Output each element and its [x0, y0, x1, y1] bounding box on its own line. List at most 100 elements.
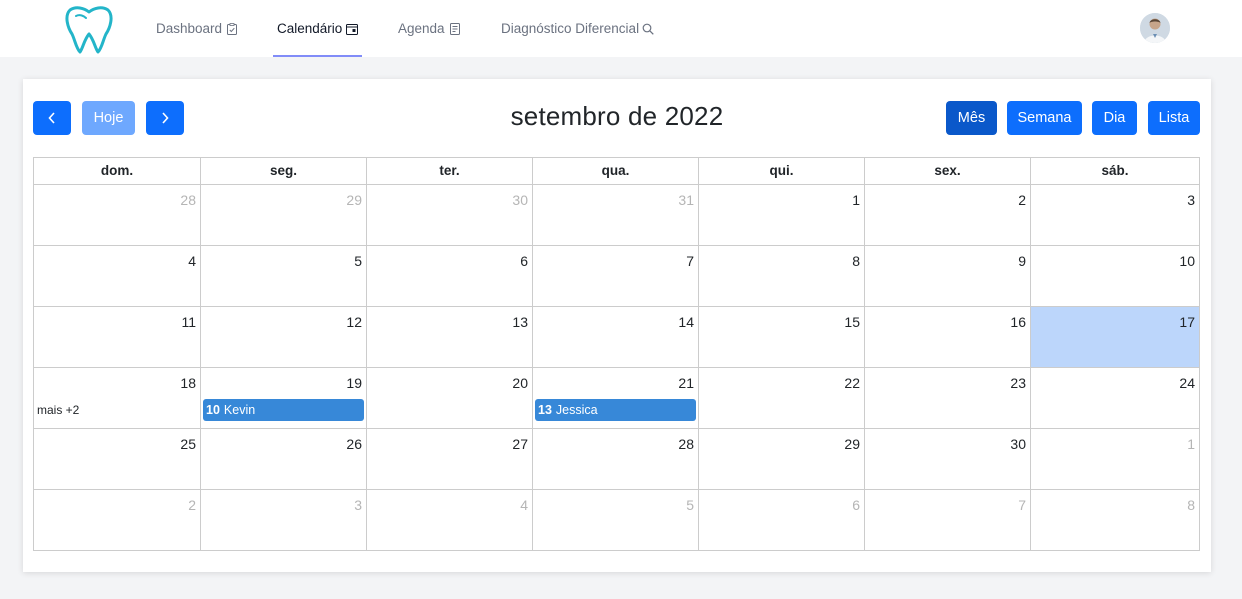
day-number[interactable]: 25 — [180, 436, 196, 452]
day-number[interactable]: 3 — [354, 497, 362, 513]
day-cell[interactable]: 3 — [1031, 185, 1199, 245]
day-number[interactable]: 27 — [512, 436, 528, 452]
day-cell[interactable]: 20 — [367, 368, 533, 428]
day-cell[interactable]: 10 — [1031, 246, 1199, 306]
week-row: 25 26 27 28 29 30 1 — [34, 429, 1199, 490]
day-cell[interactable]: 25 — [34, 429, 201, 489]
day-cell[interactable]: 12 — [201, 307, 367, 367]
day-cell[interactable]: 29 — [201, 185, 367, 245]
nav-dashboard[interactable]: Dashboard — [156, 0, 238, 57]
day-number[interactable]: 28 — [180, 192, 196, 208]
day-number[interactable]: 5 — [354, 253, 362, 269]
day-number[interactable]: 29 — [346, 192, 362, 208]
day-cell[interactable]: 2 — [34, 490, 201, 550]
day-number[interactable]: 16 — [1010, 314, 1026, 330]
day-cell[interactable]: 8 — [699, 246, 865, 306]
day-number[interactable]: 4 — [520, 497, 528, 513]
day-number[interactable]: 26 — [346, 436, 362, 452]
day-cell[interactable]: 27 — [367, 429, 533, 489]
day-cell[interactable]: 7 — [533, 246, 699, 306]
day-cell-today[interactable]: 17 — [1031, 307, 1199, 367]
day-cell[interactable]: 5 — [533, 490, 699, 550]
day-number[interactable]: 20 — [512, 375, 528, 391]
day-number[interactable]: 5 — [686, 497, 694, 513]
day-cell[interactable]: 1 — [1031, 429, 1199, 489]
day-number[interactable]: 6 — [520, 253, 528, 269]
day-number[interactable]: 30 — [1010, 436, 1026, 452]
day-number[interactable]: 2 — [1018, 192, 1026, 208]
view-list-button[interactable]: Lista — [1148, 101, 1200, 135]
day-number[interactable]: 17 — [1179, 314, 1195, 330]
day-number[interactable]: 1 — [1187, 436, 1195, 452]
day-number[interactable]: 14 — [678, 314, 694, 330]
day-number[interactable]: 8 — [1187, 497, 1195, 513]
day-cell[interactable]: 11 — [34, 307, 201, 367]
day-number[interactable]: 19 — [346, 375, 362, 391]
day-number[interactable]: 13 — [512, 314, 528, 330]
day-cell[interactable]: 5 — [201, 246, 367, 306]
day-cell[interactable]: 4 — [34, 246, 201, 306]
day-cell[interactable]: 30 — [367, 185, 533, 245]
view-month-button[interactable]: Mês — [946, 101, 997, 135]
weekday-header-cell: qua. — [533, 158, 699, 184]
day-number[interactable]: 1 — [852, 192, 860, 208]
day-cell[interactable]: 22 — [699, 368, 865, 428]
calendar-event[interactable]: 13 Jessica — [535, 399, 696, 421]
day-cell[interactable]: 2 — [865, 185, 1031, 245]
day-number[interactable]: 6 — [852, 497, 860, 513]
tooth-logo-icon[interactable] — [62, 4, 116, 54]
more-events-link[interactable]: mais +2 — [37, 403, 79, 417]
day-cell[interactable]: 3 — [201, 490, 367, 550]
day-cell[interactable]: 6 — [367, 246, 533, 306]
day-cell[interactable]: 18 mais +2 — [34, 368, 201, 428]
day-number[interactable]: 30 — [512, 192, 528, 208]
day-number[interactable]: 11 — [181, 314, 196, 330]
day-number[interactable]: 15 — [844, 314, 860, 330]
day-cell[interactable]: 26 — [201, 429, 367, 489]
day-number[interactable]: 24 — [1179, 375, 1195, 391]
day-number[interactable]: 9 — [1018, 253, 1026, 269]
day-cell[interactable]: 8 — [1031, 490, 1199, 550]
day-cell[interactable]: 31 — [533, 185, 699, 245]
calendar-event[interactable]: 10 Kevin — [203, 399, 364, 421]
day-number[interactable]: 31 — [678, 192, 694, 208]
view-day-button[interactable]: Dia — [1092, 101, 1137, 135]
day-number[interactable]: 7 — [1018, 497, 1026, 513]
day-cell[interactable]: 16 — [865, 307, 1031, 367]
day-number[interactable]: 18 — [180, 375, 196, 391]
day-cell[interactable]: 28 — [533, 429, 699, 489]
day-cell[interactable]: 14 — [533, 307, 699, 367]
calendar-icon — [346, 23, 359, 35]
day-cell[interactable]: 21 13 Jessica — [533, 368, 699, 428]
day-cell[interactable]: 23 — [865, 368, 1031, 428]
nav-calendario[interactable]: Calendário — [272, 0, 363, 57]
day-cell[interactable]: 28 — [34, 185, 201, 245]
nav-agenda[interactable]: Agenda — [398, 0, 461, 57]
day-cell[interactable]: 1 — [699, 185, 865, 245]
day-cell[interactable]: 29 — [699, 429, 865, 489]
day-number[interactable]: 2 — [188, 497, 196, 513]
day-number[interactable]: 23 — [1010, 375, 1026, 391]
day-number[interactable]: 8 — [852, 253, 860, 269]
nav-diagnostico[interactable]: Diagnóstico Diferencial — [501, 0, 654, 57]
day-cell[interactable]: 7 — [865, 490, 1031, 550]
day-cell[interactable]: 9 — [865, 246, 1031, 306]
day-cell[interactable]: 19 10 Kevin — [201, 368, 367, 428]
day-number[interactable]: 22 — [844, 375, 860, 391]
day-cell[interactable]: 13 — [367, 307, 533, 367]
user-avatar-icon[interactable] — [1140, 13, 1170, 43]
day-number[interactable]: 28 — [678, 436, 694, 452]
day-cell[interactable]: 15 — [699, 307, 865, 367]
day-cell[interactable]: 4 — [367, 490, 533, 550]
day-number[interactable]: 7 — [686, 253, 694, 269]
day-cell[interactable]: 24 — [1031, 368, 1199, 428]
day-cell[interactable]: 6 — [699, 490, 865, 550]
day-cell[interactable]: 30 — [865, 429, 1031, 489]
day-number[interactable]: 12 — [346, 314, 362, 330]
day-number[interactable]: 3 — [1187, 192, 1195, 208]
view-week-button[interactable]: Semana — [1007, 101, 1082, 135]
day-number[interactable]: 10 — [1179, 253, 1195, 269]
day-number[interactable]: 21 — [678, 375, 694, 391]
day-number[interactable]: 4 — [188, 253, 196, 269]
day-number[interactable]: 29 — [844, 436, 860, 452]
